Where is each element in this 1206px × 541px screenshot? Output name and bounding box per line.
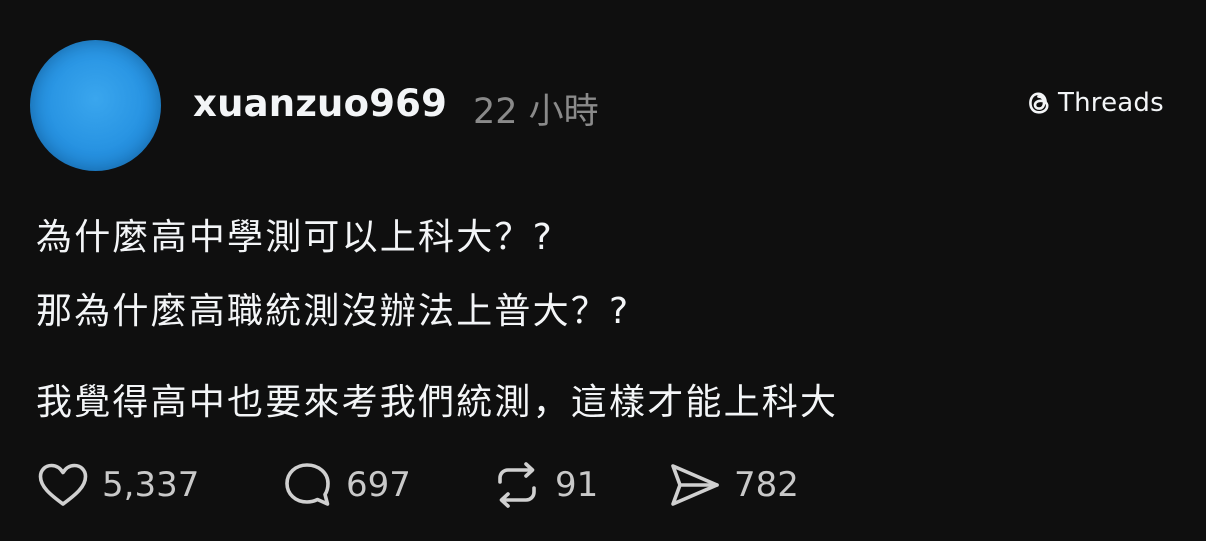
reply-button[interactable]: 697 — [282, 460, 411, 510]
share-count: 782 — [734, 465, 799, 505]
threads-post-card: xuanzuo969 22 小時 Threads 為什麼高中學測可以上科大？? … — [0, 0, 1206, 541]
repost-count: 91 — [555, 465, 599, 505]
comment-bubble-icon — [282, 460, 334, 510]
heart-icon — [36, 461, 90, 509]
share-button[interactable]: 782 — [668, 460, 799, 510]
like-button[interactable]: 5,337 — [36, 460, 199, 510]
post-text-line: 為什麼高中學測可以上科大？? — [36, 217, 554, 258]
reply-count: 697 — [346, 465, 411, 505]
avatar[interactable] — [30, 40, 161, 171]
post-text-line: 我覺得高中也要來考我們統測，這樣才能上科大 — [36, 382, 839, 423]
threads-brand-label: Threads — [1058, 88, 1164, 118]
post-timestamp: 22 小時 — [473, 92, 599, 132]
threads-brand[interactable]: Threads — [1025, 88, 1164, 118]
post-text-line: 那為什麼高職統測沒辦法上普大？? — [36, 291, 631, 332]
like-count: 5,337 — [102, 465, 200, 505]
repost-button[interactable]: 91 — [491, 460, 598, 510]
author-username[interactable]: xuanzuo969 — [193, 82, 447, 125]
threads-logo-icon — [1025, 88, 1053, 118]
send-icon — [668, 461, 722, 509]
repost-icon — [491, 461, 543, 509]
